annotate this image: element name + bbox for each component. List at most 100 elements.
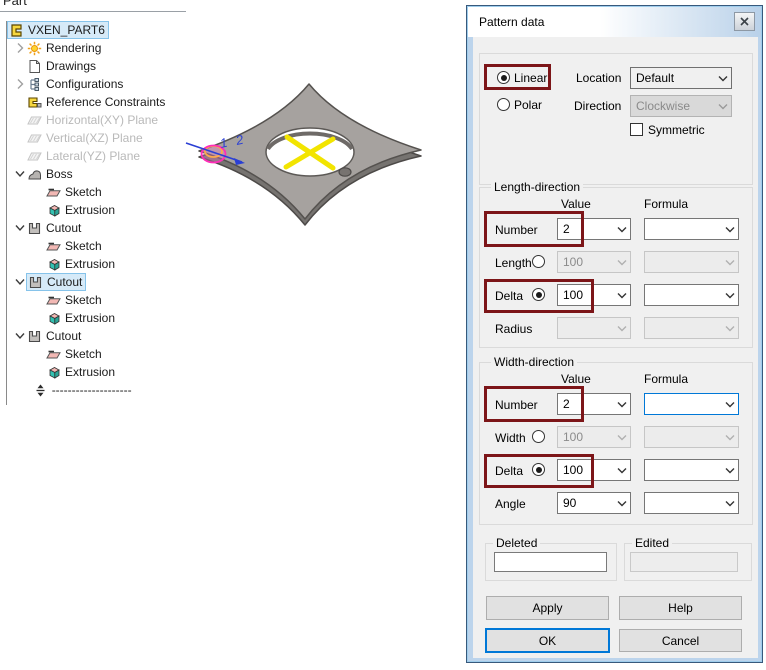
width-width-radio[interactable] bbox=[532, 430, 545, 443]
length-number-value-combo[interactable]: 2 bbox=[557, 218, 631, 240]
dialog-title: Pattern data bbox=[479, 15, 544, 29]
sketch-icon bbox=[46, 239, 62, 254]
3d-viewport[interactable]: 1 2 bbox=[185, 55, 470, 275]
length-length-radio[interactable] bbox=[532, 255, 545, 268]
extrusion-icon bbox=[46, 365, 62, 380]
tree-item-lateral-yz-plane[interactable]: Lateral(YZ) Plane bbox=[0, 147, 185, 165]
tree-item-extrusion[interactable]: Extrusion bbox=[0, 201, 185, 219]
sketch-icon bbox=[46, 293, 62, 308]
width-value-header: Value bbox=[561, 372, 591, 386]
sun-icon bbox=[27, 41, 43, 56]
location-select[interactable]: Default bbox=[630, 67, 732, 89]
linear-label: Linear bbox=[514, 71, 547, 85]
length-formula-header: Formula bbox=[644, 197, 688, 211]
width-angle-label: Angle bbox=[495, 497, 526, 511]
length-direction-title: Length-direction bbox=[491, 180, 583, 194]
length-radius-label: Radius bbox=[495, 322, 532, 336]
cancel-button[interactable]: Cancel bbox=[619, 629, 742, 652]
help-button[interactable]: Help bbox=[619, 596, 742, 620]
width-width-label: Width bbox=[495, 431, 526, 445]
length-value-header: Value bbox=[561, 197, 591, 211]
plane-icon bbox=[27, 113, 43, 128]
width-direction-title: Width-direction bbox=[491, 355, 577, 369]
ok-button[interactable]: OK bbox=[485, 628, 610, 653]
plane-icon bbox=[27, 131, 43, 146]
tree-item-sketch[interactable]: Sketch bbox=[0, 345, 185, 363]
linear-radio[interactable] bbox=[497, 71, 510, 84]
pattern-hole bbox=[339, 168, 351, 176]
edited-label: Edited bbox=[632, 536, 672, 550]
extrusion-icon bbox=[46, 257, 62, 272]
panel-header: Part bbox=[3, 0, 63, 9]
chevron-down-icon bbox=[613, 434, 630, 441]
length-delta-radio[interactable] bbox=[532, 288, 545, 301]
symmetric-checkbox[interactable] bbox=[630, 123, 643, 136]
length-delta-value-combo[interactable]: 100 bbox=[557, 284, 631, 306]
width-delta-value-combo[interactable]: 100 bbox=[557, 459, 631, 481]
chevron-expanded-icon[interactable] bbox=[13, 167, 27, 181]
tree-item-cutout[interactable]: Cutout bbox=[0, 327, 185, 345]
tree-item-cutout[interactable]: Cutout bbox=[0, 219, 185, 237]
chevron-expanded-icon[interactable] bbox=[13, 329, 27, 343]
tree-item-extrusion[interactable]: Extrusion bbox=[0, 255, 185, 273]
cutout-icon bbox=[27, 221, 43, 236]
width-width-value-combo: 100 bbox=[557, 426, 631, 448]
chevron-expanded-icon[interactable] bbox=[13, 221, 27, 235]
chevron-down-icon bbox=[613, 226, 630, 233]
tree-item-extrusion[interactable]: Extrusion bbox=[0, 363, 185, 381]
edited-input bbox=[630, 552, 738, 572]
chevron-down-icon bbox=[613, 500, 630, 507]
tree-item-rendering[interactable]: Rendering bbox=[0, 39, 185, 57]
tree-item-extrusion[interactable]: Extrusion bbox=[0, 309, 185, 327]
width-number-value-combo[interactable]: 2 bbox=[557, 393, 631, 415]
dialog-titlebar[interactable]: Pattern data bbox=[468, 7, 761, 37]
tree-item-drawings[interactable]: Drawings bbox=[0, 57, 185, 75]
sketch-icon bbox=[46, 347, 62, 362]
chevron-down-icon bbox=[721, 226, 738, 233]
polar-label: Polar bbox=[514, 98, 542, 112]
extrusion-icon bbox=[46, 203, 62, 218]
length-radius-value-combo bbox=[557, 317, 631, 339]
tree-item-cutout[interactable]: Cutout bbox=[0, 273, 185, 291]
chevron-down-icon bbox=[721, 325, 738, 332]
chevron-down-icon bbox=[714, 75, 731, 82]
width-delta-radio[interactable] bbox=[532, 463, 545, 476]
length-delta-formula-combo[interactable] bbox=[644, 284, 739, 306]
tree-item-sketch[interactable]: Sketch bbox=[0, 291, 185, 309]
tree-item-sketch[interactable]: Sketch bbox=[0, 183, 185, 201]
chevron-collapsed-icon[interactable] bbox=[13, 77, 27, 91]
length-radius-formula-combo bbox=[644, 317, 739, 339]
location-label: Location bbox=[576, 71, 621, 85]
width-number-label: Number bbox=[495, 398, 538, 412]
chevron-expanded-icon[interactable] bbox=[13, 275, 27, 289]
width-angle-formula-combo[interactable] bbox=[644, 492, 739, 514]
length-length-formula-combo bbox=[644, 251, 739, 273]
width-number-formula-combo[interactable] bbox=[644, 393, 739, 415]
width-formula-header: Formula bbox=[644, 372, 688, 386]
deleted-label: Deleted bbox=[493, 536, 540, 550]
cutout-icon bbox=[28, 275, 44, 290]
tree-item-configurations[interactable]: Configurations bbox=[0, 75, 185, 93]
tree-item-vxen-part6[interactable]: VXEN_PART6 bbox=[0, 21, 185, 39]
tree-item-horizontal-xy-plane[interactable]: Horizontal(XY) Plane bbox=[0, 111, 185, 129]
polar-radio[interactable] bbox=[497, 98, 510, 111]
tree-item-vertical-xz-plane[interactable]: Vertical(XZ) Plane bbox=[0, 129, 185, 147]
direction-select: Clockwise bbox=[630, 95, 732, 117]
tree-item-reference-constraints[interactable]: Reference Constraints bbox=[0, 93, 185, 111]
tree-item-sketch[interactable]: Sketch bbox=[0, 237, 185, 255]
deleted-input[interactable] bbox=[494, 552, 607, 572]
chevron-collapsed-icon[interactable] bbox=[13, 41, 27, 55]
width-angle-value-combo[interactable]: 90 bbox=[557, 492, 631, 514]
apply-button[interactable]: Apply bbox=[486, 596, 609, 620]
chevron-down-icon bbox=[721, 292, 738, 299]
width-delta-formula-combo[interactable] bbox=[644, 459, 739, 481]
tree-item-boss[interactable]: Boss bbox=[0, 165, 185, 183]
tree-item-[interactable]: -------------------- bbox=[0, 381, 185, 399]
width-delta-label: Delta bbox=[495, 464, 523, 478]
chevron-down-icon bbox=[721, 259, 738, 266]
chevron-down-icon bbox=[721, 434, 738, 441]
close-button[interactable] bbox=[734, 12, 755, 31]
length-number-formula-combo[interactable] bbox=[644, 218, 739, 240]
dialog-body: Linear Polar Location Default Direction … bbox=[473, 37, 758, 658]
length-length-value-combo: 100 bbox=[557, 251, 631, 273]
